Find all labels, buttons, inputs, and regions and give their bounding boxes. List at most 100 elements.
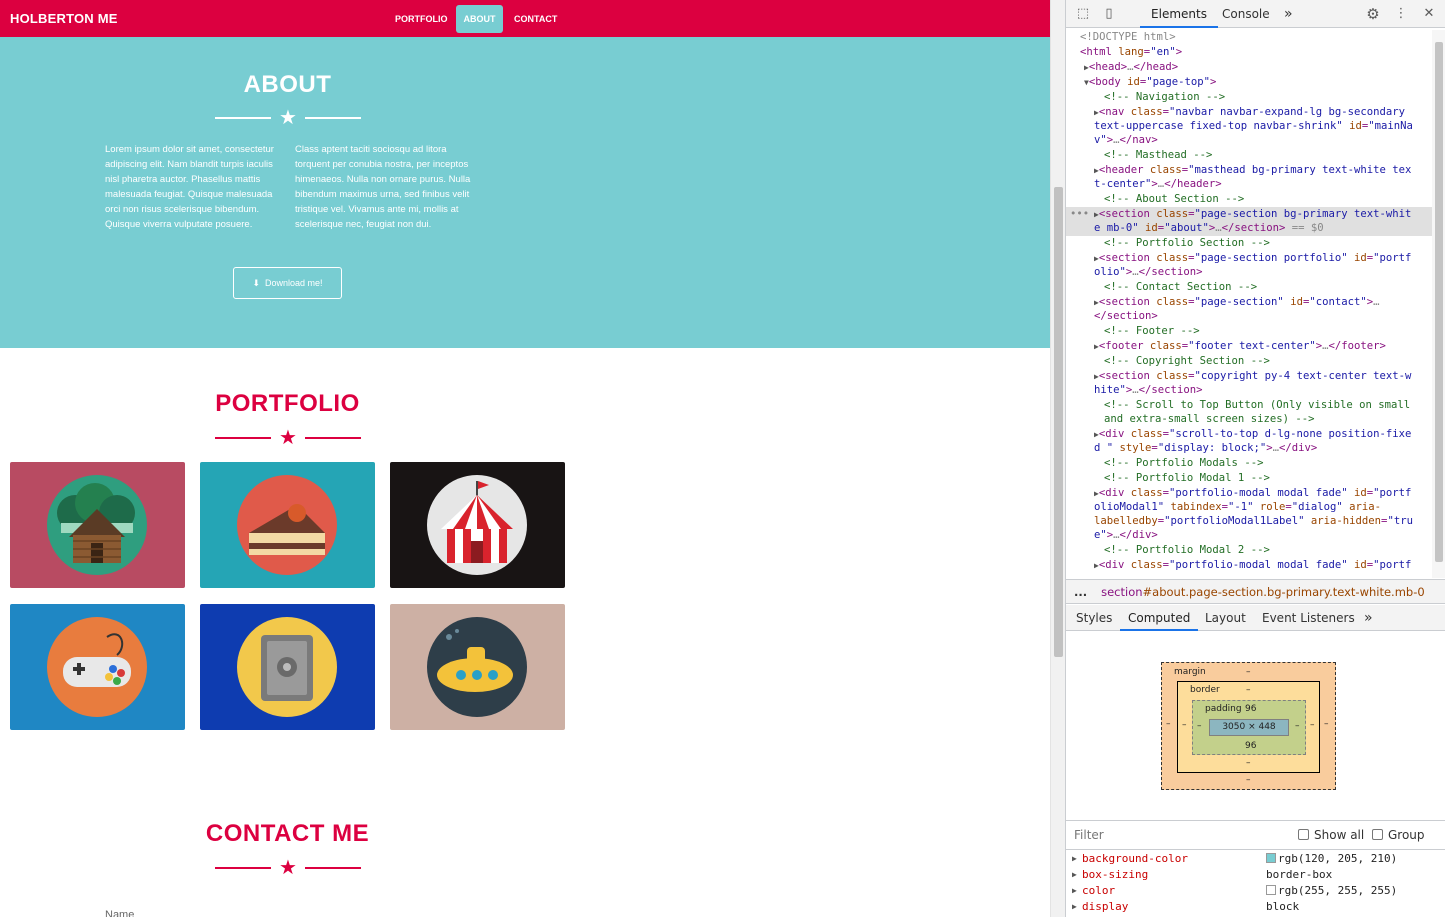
dom-node[interactable]: <!-- Contact Section -->	[1104, 280, 1432, 295]
nav-link-portfolio[interactable]: PORTFOLIO	[387, 5, 456, 33]
property-value: block	[1266, 900, 1300, 913]
computed-property-row[interactable]: ▶ color rgb(255, 255, 255)	[1066, 883, 1445, 899]
subtab-layout[interactable]: Layout	[1205, 605, 1246, 631]
dom-node[interactable]: ▼<body id="page-top">	[1084, 75, 1432, 91]
color-swatch[interactable]	[1266, 885, 1276, 895]
nav-link-contact[interactable]: CONTACT	[506, 5, 565, 33]
breadcrumb-ellipsis[interactable]: ...	[1074, 585, 1087, 599]
portfolio-item-cake[interactable]	[200, 462, 375, 588]
computed-property-row[interactable]: ▶ display block	[1066, 899, 1445, 915]
dom-node[interactable]: and extra-small screen sizes) -->	[1104, 412, 1432, 427]
star-icon: ★	[279, 427, 297, 449]
expand-triangle-icon[interactable]: ▶	[1072, 851, 1077, 867]
subtab-event-listeners[interactable]: Event Listeners	[1262, 605, 1355, 631]
property-name: box-sizing	[1082, 868, 1149, 881]
show-all-checkbox[interactable]	[1298, 829, 1309, 840]
expand-triangle-icon[interactable]: ▶	[1072, 899, 1077, 915]
portfolio-item-submarine[interactable]	[390, 604, 565, 730]
breadcrumb-selector[interactable]: #about.page-section.bg-primary.text-whit…	[1143, 585, 1425, 599]
portfolio-item-safe[interactable]	[200, 604, 375, 730]
dom-node[interactable]: <html lang="en">	[1080, 45, 1432, 60]
property-value: rgb(255, 255, 255)	[1266, 883, 1397, 899]
about-text-right: Class aptent taciti sociosqu ad litora t…	[295, 144, 471, 230]
kebab-menu-icon[interactable]: ⋮	[1392, 5, 1410, 23]
dom-node[interactable]: hite">…</section>	[1094, 383, 1432, 398]
dom-node[interactable]: <!-- Footer -->	[1104, 324, 1432, 339]
border-bottom-value: –	[1246, 758, 1251, 768]
styles-subtabs: Styles Computed Layout Event Listeners »	[1066, 605, 1445, 631]
dom-node[interactable]: <!-- Portfolio Modal 2 -->	[1104, 543, 1432, 558]
brand-link[interactable]: HOLBERTON ME	[10, 11, 118, 26]
show-all-label: Show all	[1314, 828, 1365, 842]
filter-input[interactable]: Filter	[1074, 828, 1104, 842]
name-field-label: Name	[105, 909, 135, 917]
tab-elements[interactable]: Elements	[1140, 0, 1218, 28]
dom-node[interactable]: <!-- Portfolio Modals -->	[1104, 456, 1432, 471]
dom-node[interactable]: labelledby="portfolioModal1Label" aria-h…	[1094, 514, 1432, 529]
dom-node[interactable]: <!-- Portfolio Section -->	[1104, 236, 1432, 251]
dom-node[interactable]: ▶<footer class="footer text-center">…</f…	[1094, 339, 1432, 355]
dom-node[interactable]: <!-- Copyright Section -->	[1104, 354, 1432, 369]
dom-node[interactable]: olio">…</section>	[1094, 265, 1432, 280]
scrollbar-thumb[interactable]	[1054, 187, 1063, 657]
dom-node[interactable]: t-center">…</header>	[1094, 177, 1432, 192]
star-icon: ★	[279, 107, 297, 129]
gear-icon[interactable]: ⚙	[1364, 5, 1382, 23]
tab-console[interactable]: Console	[1222, 0, 1270, 28]
portfolio-item-game[interactable]	[10, 604, 185, 730]
scrollbar-thumb[interactable]	[1435, 42, 1443, 562]
dom-node[interactable]: e">…</div>	[1094, 528, 1432, 543]
dom-node[interactable]: <!-- Scroll to Top Button (Only visible …	[1104, 398, 1432, 413]
dom-node[interactable]: ▶<div class="portfolio-modal modal fade"…	[1094, 558, 1432, 574]
portfolio-item-cabin[interactable]	[10, 462, 185, 588]
more-tabs-icon[interactable]: »	[1284, 0, 1293, 28]
dom-node[interactable]: v">…</nav>	[1094, 133, 1432, 148]
more-subtabs-icon[interactable]: »	[1364, 605, 1373, 631]
dom-node[interactable]: text-uppercase fixed-top navbar-shrink" …	[1094, 119, 1432, 134]
cabin-icon	[47, 475, 147, 575]
border-right-value: –	[1310, 720, 1315, 730]
breadcrumb-tag[interactable]: section	[1101, 585, 1142, 599]
computed-property-row[interactable]: ▶ background-color rgb(120, 205, 210)	[1066, 851, 1445, 867]
margin-top-value: –	[1246, 667, 1251, 677]
contact-divider: ★	[215, 858, 361, 878]
dom-tree-scrollbar[interactable]	[1432, 30, 1445, 578]
portfolio-divider: ★	[215, 428, 361, 448]
subtab-styles[interactable]: Styles	[1076, 605, 1112, 631]
property-name: color	[1082, 884, 1116, 897]
portfolio-item-circus[interactable]	[390, 462, 565, 588]
padding-right-value: –	[1295, 721, 1300, 731]
dom-node-selected[interactable]: e mb-0" id="about">…</section> == $0	[1066, 221, 1432, 236]
dom-node[interactable]: <!-- About Section -->	[1104, 192, 1432, 207]
download-button[interactable]: ⬇ Download me!	[233, 267, 342, 299]
border-top-value: –	[1246, 685, 1251, 695]
dom-node[interactable]: <!-- Navigation -->	[1104, 90, 1432, 105]
dom-node[interactable]: </section>	[1094, 309, 1432, 324]
circus-tent-icon	[427, 475, 527, 575]
dom-node[interactable]: <!-- Portfolio Modal 1 -->	[1104, 471, 1432, 486]
color-swatch[interactable]	[1266, 853, 1276, 863]
subtab-computed[interactable]: Computed	[1120, 605, 1199, 631]
group-label: Group	[1388, 828, 1425, 842]
expand-triangle-icon[interactable]: ▶	[1072, 883, 1077, 899]
about-divider: ★	[215, 108, 361, 128]
cake-icon	[237, 475, 337, 575]
devtools-toolbar: ⬚ ▯ Elements Console » ⚙ ⋮ ✕	[1066, 0, 1445, 28]
padding-left-value: –	[1197, 721, 1202, 731]
group-checkbox[interactable]	[1372, 829, 1383, 840]
computed-property-row[interactable]: ▶ box-sizing border-box	[1066, 867, 1445, 883]
dom-node[interactable]: olioModal1" tabindex="-1" role="dialog" …	[1094, 500, 1432, 515]
nav-link-about[interactable]: ABOUT	[456, 5, 503, 33]
dom-node[interactable]: <!-- Masthead -->	[1104, 148, 1432, 163]
page-scrollbar[interactable]	[1050, 0, 1065, 917]
dom-node[interactable]: <!DOCTYPE html>	[1080, 30, 1432, 45]
box-model-diagram: margin – – – – border – – – – padding 96…	[1161, 662, 1336, 790]
margin-right-value: –	[1324, 719, 1329, 729]
device-toolbar-icon[interactable]: ▯	[1100, 5, 1118, 23]
property-name: display	[1082, 900, 1129, 913]
inspect-element-icon[interactable]: ⬚	[1074, 5, 1092, 23]
dom-node[interactable]: ▶<head>…</head>	[1084, 60, 1432, 76]
close-icon[interactable]: ✕	[1420, 5, 1438, 23]
expand-triangle-icon[interactable]: ▶	[1072, 867, 1077, 883]
dom-node[interactable]: d " style="display: block;">…</div>	[1094, 441, 1432, 456]
